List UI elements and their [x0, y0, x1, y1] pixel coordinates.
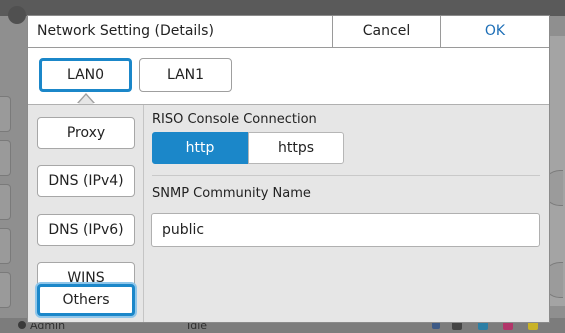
- https-option-button[interactable]: https: [248, 132, 344, 164]
- snmp-community-label: SNMP Community Name: [152, 186, 311, 201]
- settings-panel: Proxy DNS (IPv4) DNS (IPv6) WINS Others …: [28, 104, 549, 322]
- dialog-header: Network Setting (Details) Cancel OK: [28, 16, 549, 48]
- user-icon: [18, 321, 26, 329]
- sidebar-item-dns-ipv6[interactable]: DNS (IPv6): [37, 214, 135, 246]
- section-divider: [152, 175, 540, 176]
- snmp-community-input[interactable]: public: [151, 213, 540, 247]
- sidebar-divider: [143, 105, 144, 322]
- sidebar-item-proxy[interactable]: Proxy: [37, 117, 135, 149]
- network-setting-dialog: Network Setting (Details) Cancel OK LAN0…: [27, 15, 550, 323]
- background-tab: [0, 228, 11, 264]
- background-tab: [0, 272, 11, 308]
- tab-lan0[interactable]: LAN0: [39, 58, 132, 92]
- cancel-button[interactable]: Cancel: [332, 16, 440, 47]
- tab-lan1[interactable]: LAN1: [139, 58, 232, 92]
- settings-icon: [8, 6, 26, 24]
- background-left-tabs: [0, 96, 12, 308]
- background-tab: [0, 96, 11, 132]
- ok-button[interactable]: OK: [440, 16, 549, 47]
- riso-console-label: RISO Console Connection: [152, 112, 317, 127]
- background-tab: [0, 184, 11, 220]
- dialog-title: Network Setting (Details): [37, 23, 214, 39]
- sidebar-item-others[interactable]: Others: [37, 284, 135, 316]
- background-tab: [0, 140, 11, 176]
- background-top-bar: [0, 0, 565, 16]
- http-option-button[interactable]: http: [152, 132, 248, 164]
- tab-pointer-fill: [78, 95, 94, 104]
- lan-tab-bar: LAN0 LAN1: [28, 48, 549, 105]
- sidebar-item-dns-ipv4[interactable]: DNS (IPv4): [37, 165, 135, 197]
